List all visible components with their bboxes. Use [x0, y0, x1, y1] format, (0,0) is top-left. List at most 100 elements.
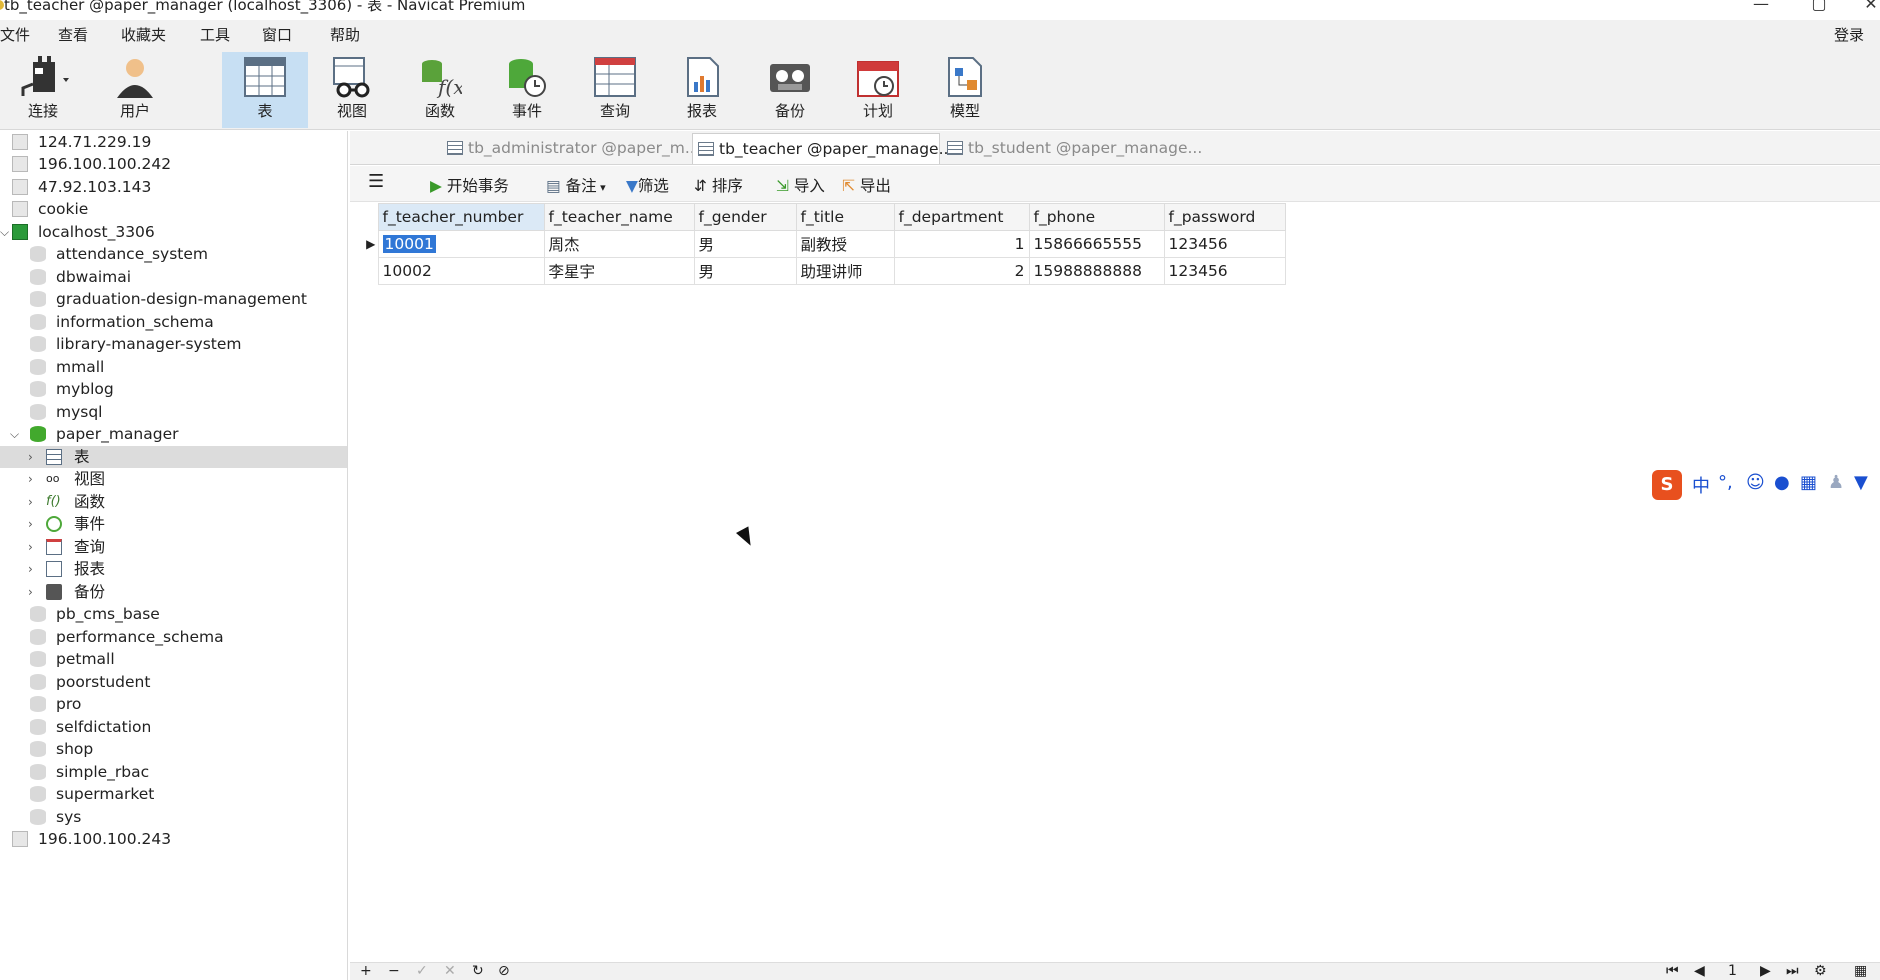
column-header[interactable]: f_teacher_number [377, 203, 545, 231]
chevron-right-icon[interactable]: › [28, 468, 33, 490]
export-button[interactable]: ⇱ 导出 [842, 174, 891, 196]
grid-view-icon[interactable]: ▦ [1854, 963, 1867, 979]
chevron-right-icon[interactable]: › [28, 581, 33, 603]
column-header[interactable]: f_teacher_name [543, 203, 695, 231]
object-group-backups[interactable]: › 备份 [0, 581, 347, 603]
chevron-right-icon[interactable]: › [28, 558, 33, 580]
menu-window[interactable]: 窗口 [262, 24, 292, 45]
database-item[interactable]: dbwaimai [0, 266, 347, 288]
object-group-functions[interactable]: › f() 函数 [0, 491, 347, 513]
view-button[interactable]: 视图 [309, 52, 395, 128]
restore-button[interactable]: ▢ [1804, 0, 1834, 12]
ime-mode-toggle[interactable]: 中 [1692, 472, 1710, 498]
page-number[interactable]: 1 [1728, 963, 1737, 979]
table-row[interactable]: 10002 李星宇 男 助理讲师 2 15988888888 123456 [364, 257, 1286, 285]
menu-favorites[interactable]: 收藏夹 [121, 24, 166, 45]
event-button[interactable]: 事件 [484, 52, 570, 128]
ime-punct-toggle[interactable]: °, [1718, 472, 1733, 493]
chevron-right-icon[interactable]: › [28, 446, 33, 468]
database-item[interactable]: petmall [0, 648, 347, 670]
menu-view[interactable]: 查看 [58, 24, 88, 45]
database-item[interactable]: shop [0, 738, 347, 760]
database-item[interactable]: myblog [0, 378, 347, 400]
grid-cell[interactable]: 助理讲师 [795, 257, 895, 285]
column-header[interactable]: f_gender [693, 203, 797, 231]
connection-item[interactable]: 124.71.229.19 [0, 131, 347, 153]
discard-icon[interactable]: ✕ [444, 963, 456, 979]
grid-cell[interactable]: 123456 [1163, 230, 1286, 258]
stop-icon[interactable]: ⊘ [498, 963, 510, 979]
menu-hamburger-icon[interactable]: ☰ [368, 171, 384, 192]
report-button[interactable]: 报表 [659, 52, 745, 128]
object-group-queries[interactable]: › 查询 [0, 536, 347, 558]
skin-shirt-icon[interactable]: ▼ [1854, 472, 1868, 493]
database-item[interactable]: performance_schema [0, 626, 347, 648]
connection-item-localhost[interactable]: ⌵ localhost_3306 [0, 221, 347, 243]
column-header[interactable]: f_phone [1028, 203, 1165, 231]
refresh-icon[interactable]: ↻ [472, 963, 484, 979]
ime-user-icon[interactable]: ♟ [1828, 472, 1844, 493]
minimize-button[interactable]: — [1746, 0, 1776, 12]
previous-page-icon[interactable]: ◀ [1694, 963, 1705, 979]
tab-tb-teacher[interactable]: tb_teacher @paper_manage... [692, 133, 953, 164]
database-item[interactable]: pb_cms_base [0, 603, 347, 625]
grid-cell[interactable]: 2 [893, 257, 1030, 285]
close-button[interactable]: ✕ [1856, 0, 1880, 12]
grid-cell[interactable]: 副教授 [795, 230, 895, 258]
database-item[interactable]: supermarket [0, 783, 347, 805]
menu-file[interactable]: 文件 [0, 24, 30, 45]
chevron-down-icon[interactable]: ⌵ [10, 423, 19, 445]
begin-transaction-button[interactable]: ▶ 开始事务 [430, 174, 509, 196]
tab-tb-administrator[interactable]: tb_administrator @paper_m... [442, 133, 700, 164]
apply-check-icon[interactable]: ✓ [416, 963, 428, 979]
table-button[interactable]: 表 [222, 52, 308, 128]
object-group-reports[interactable]: › 报表 [0, 558, 347, 580]
grid-cell[interactable]: 周杰 [543, 230, 695, 258]
grid-cell[interactable]: 1 [893, 230, 1030, 258]
chevron-right-icon[interactable]: › [28, 491, 33, 513]
database-item[interactable]: sys [0, 806, 347, 828]
user-button[interactable]: 用户 [92, 52, 178, 128]
menu-help[interactable]: 帮助 [330, 24, 360, 45]
import-button[interactable]: ⇲ 导入 [776, 174, 825, 196]
connection-item[interactable]: 196.100.100.242 [0, 153, 347, 175]
database-item[interactable]: library-manager-system [0, 333, 347, 355]
grid-cell[interactable]: 李星宇 [543, 257, 695, 285]
connect-button[interactable]: 连接 [0, 52, 86, 128]
schedule-button[interactable]: 计划 [835, 52, 921, 128]
emoji-icon[interactable]: ☺ [1746, 472, 1765, 493]
chevron-down-icon[interactable]: ⌵ [0, 221, 9, 243]
database-item[interactable]: simple_rbac [0, 761, 347, 783]
grid-cell[interactable]: 15988888888 [1028, 257, 1165, 285]
connection-item[interactable]: 196.100.100.243 [0, 828, 347, 850]
object-group-views[interactable]: › oo 视图 [0, 468, 347, 490]
object-group-tables[interactable]: › 表 [0, 446, 347, 468]
microphone-icon[interactable]: ● [1774, 472, 1790, 493]
chevron-right-icon[interactable]: › [28, 513, 33, 535]
settings-gear-icon[interactable]: ⚙ [1814, 963, 1827, 979]
database-item[interactable]: selfdictation [0, 716, 347, 738]
object-group-events[interactable]: › 事件 [0, 513, 347, 535]
model-button[interactable]: 模型 [922, 52, 1008, 128]
chevron-right-icon[interactable]: › [28, 536, 33, 558]
column-header[interactable]: f_title [795, 203, 895, 231]
tab-tb-student[interactable]: tb_student @paper_manage... [942, 133, 1202, 164]
filter-button[interactable]: ▼筛选 [626, 174, 669, 196]
first-page-icon[interactable]: ⏮ [1666, 963, 1679, 979]
login-link[interactable]: 登录 [1834, 24, 1864, 45]
menu-tools[interactable]: 工具 [200, 24, 230, 45]
comment-button[interactable]: ▤ 备注 ▾ [546, 174, 606, 196]
grid-cell[interactable]: 男 [693, 257, 797, 285]
last-page-icon[interactable]: ⏭ [1786, 963, 1799, 979]
database-item[interactable]: mysql [0, 401, 347, 423]
database-item[interactable]: graduation-design-management [0, 288, 347, 310]
add-record-icon[interactable]: + [360, 963, 372, 979]
function-button[interactable]: f(x) 函数 [397, 52, 483, 128]
grid-cell[interactable]: 10002 [377, 257, 545, 285]
grid-cell[interactable]: 男 [693, 230, 797, 258]
database-item-paper-manager[interactable]: ⌵ paper_manager [0, 423, 347, 445]
column-header[interactable]: f_department [893, 203, 1030, 231]
database-item[interactable]: attendance_system [0, 243, 347, 265]
keyboard-icon[interactable]: ▦ [1800, 472, 1817, 493]
connection-item[interactable]: cookie [0, 198, 347, 220]
